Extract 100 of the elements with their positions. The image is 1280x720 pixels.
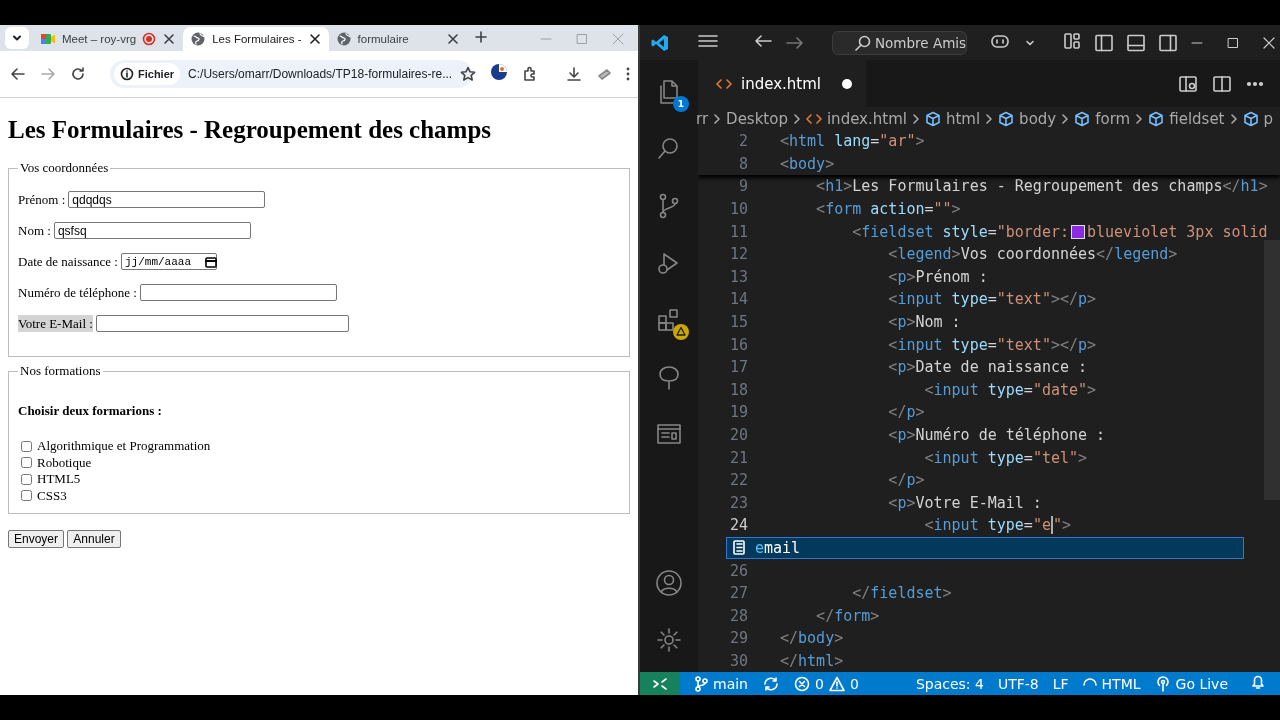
menu-icon[interactable] (698, 32, 718, 49)
back-icon[interactable] (754, 32, 772, 49)
encoding-status[interactable]: UTF-8 (997, 675, 1039, 692)
line-number: 28 (728, 606, 748, 625)
chevron-right-icon (713, 112, 722, 125)
code-text: </p> (887, 403, 925, 422)
sidebar-icon[interactable] (1095, 33, 1114, 52)
breadcrumb[interactable]: html (924, 109, 981, 128)
reload-icon[interactable] (70, 66, 86, 82)
video-camera-icon (40, 31, 56, 47)
checkbox[interactable] (21, 457, 32, 469)
layout-icon[interactable] (1063, 31, 1082, 50)
close-icon[interactable] (445, 32, 460, 46)
breadcrumb[interactable]: index.html (805, 109, 907, 128)
breadcrumb[interactable]: rr (696, 109, 709, 128)
sync-icon[interactable] (762, 675, 780, 692)
site-info-chip[interactable]: Fichier (114, 63, 181, 85)
split-icon[interactable] (1159, 33, 1178, 52)
code-text: <input type="tel"> (923, 448, 1088, 467)
code-text: <h1>Les Formulaires - Regroupement des champs</h1> (815, 177, 1268, 196)
breadcrumb[interactable]: Desktop (726, 109, 788, 128)
bell-icon[interactable] (1250, 674, 1266, 690)
checkbox-label: CSS3 (37, 487, 67, 504)
forward-icon[interactable] (786, 34, 804, 51)
checkbox-label: HTML5 (37, 471, 81, 488)
info-icon (120, 67, 134, 81)
remote-button[interactable] (640, 672, 680, 695)
checkbox[interactable] (21, 473, 32, 485)
suggestion-item[interactable]: email (726, 537, 1244, 559)
close-icon[interactable] (307, 32, 322, 46)
form-button[interactable]: Annuler (67, 530, 121, 548)
code-text: <body> (780, 154, 835, 173)
line-number: 15 (728, 313, 748, 332)
cube-icon (1148, 110, 1165, 127)
line-number: 2 (737, 132, 748, 151)
date-field[interactable]: jj/mm/aaaa (121, 253, 217, 270)
checkbox-label: Algorithmique et Programmation (37, 438, 211, 455)
line-number: 12 (728, 245, 748, 264)
close-icon[interactable] (162, 32, 177, 46)
color-swatch[interactable] (1071, 224, 1085, 239)
code-text: <input type="date"> (923, 380, 1097, 399)
panel-icon[interactable] (1127, 33, 1146, 52)
breadcrumb[interactable]: p (1242, 109, 1274, 128)
back-icon[interactable] (10, 66, 26, 82)
field-label: Prénom : (18, 191, 66, 208)
code-text: "> (1052, 516, 1071, 535)
maximize-icon[interactable] (1227, 36, 1240, 49)
new-tab-icon[interactable] (474, 31, 487, 43)
breadcrumb[interactable]: fieldset (1148, 109, 1225, 128)
line-number: 16 (728, 335, 748, 354)
command-search-field[interactable]: Nombre Amis (832, 30, 968, 55)
preview-icon[interactable] (1178, 73, 1198, 94)
close-icon[interactable] (1263, 36, 1276, 49)
chevron-right-icon (1061, 112, 1070, 125)
editor-tab[interactable]: index.html (698, 60, 866, 107)
code-text: blueviolet 3px solid (1087, 222, 1268, 241)
checkbox[interactable] (21, 440, 32, 452)
code-text: </body> (780, 629, 844, 648)
split-editor-icon[interactable] (1212, 73, 1232, 94)
download-icon[interactable] (566, 66, 582, 82)
url-text: C:/Users/omarr/Downloads/TP18-formulaires-re... (188, 67, 453, 81)
more-icon[interactable] (626, 66, 630, 82)
globe-icon (190, 31, 207, 47)
text-field[interactable] (95, 315, 349, 332)
page-heading: Les Formulaires - Regroupement des champs (8, 115, 493, 145)
go-live-button[interactable]: Go Live (1154, 675, 1228, 692)
problems-status[interactable]: 0 0 (794, 675, 859, 692)
indentation-status[interactable]: Spaces: 4 (915, 675, 984, 692)
calendar-icon (205, 255, 217, 268)
chevron-down-icon (12, 33, 22, 43)
text-field[interactable]: qsfsq (53, 222, 251, 239)
checkbox[interactable] (21, 490, 32, 502)
code-text: <p>Numéro de téléphone : (887, 426, 1106, 444)
browser-tab[interactable]: Les Formulaires - (183, 27, 329, 51)
language-status[interactable]: HTML (1082, 675, 1141, 692)
line-number: 29 (728, 629, 748, 648)
browser-tab[interactable]: Meet – roy-vrg (33, 27, 184, 51)
chevron-right-icon (792, 112, 801, 125)
tab-list-button[interactable] (5, 27, 29, 49)
line-number: 14 (728, 290, 748, 309)
text-field[interactable] (139, 284, 337, 301)
profile-icon[interactable] (490, 63, 508, 81)
branch-status[interactable]: main (694, 675, 748, 692)
puzzle-icon[interactable] (522, 66, 538, 82)
line-ending-status[interactable]: LF (1052, 675, 1069, 692)
breadcrumb[interactable]: form (1074, 109, 1131, 128)
vscode-logo-icon (650, 32, 670, 53)
account-icon[interactable] (655, 569, 683, 597)
line-number: 30 (728, 651, 748, 670)
star-icon[interactable] (460, 66, 477, 82)
line-number: 20 (728, 426, 748, 444)
form-button[interactable]: Envoyer (8, 530, 65, 548)
field-label: Numéro de téléphone : (18, 284, 137, 301)
code-text: <input type="e (923, 516, 1051, 535)
text-field[interactable]: qdqdqs (68, 191, 266, 208)
field-label: Votre E-Mail : (18, 315, 93, 332)
line-number: 26 (728, 561, 748, 580)
breadcrumb[interactable]: body (998, 109, 1057, 128)
chevron-right-icon (985, 112, 994, 125)
browser-tab[interactable]: formulaire (328, 27, 467, 51)
